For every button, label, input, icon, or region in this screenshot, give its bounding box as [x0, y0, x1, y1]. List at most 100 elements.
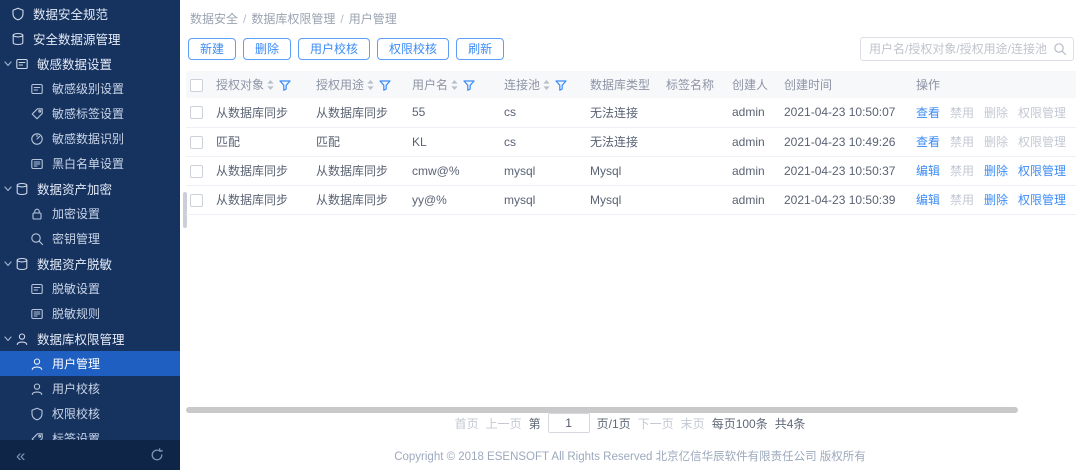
sidebar-item-label: 脱敏规则 — [52, 305, 100, 322]
permission-manage-link: 权限管理 — [1018, 106, 1066, 120]
sidebar-collapse-button[interactable]: « — [16, 447, 25, 464]
cell-db-type: Mysql — [586, 156, 662, 185]
column-header-tag-name: 标签名称 — [666, 78, 714, 92]
cell-created-at: 2021-04-23 10:49:26 — [780, 127, 912, 156]
column-header-creator: 创建人 — [732, 78, 768, 92]
sidebar-menu: 数据安全规范 安全数据源管理 敏感数据设置 敏感级别设置 敏感标签设置 — [0, 0, 180, 440]
view-link[interactable]: 查看 — [916, 106, 940, 120]
database-icon — [11, 32, 25, 46]
sidebar-item-label: 敏感数据识别 — [52, 130, 124, 147]
sidebar-item-data-asset-masking[interactable]: 数据资产脱敏 — [0, 251, 180, 276]
mask-card-icon — [30, 282, 44, 296]
column-header-created-at: 创建时间 — [784, 78, 832, 92]
column-header-db-type: 数据库类型 — [590, 78, 650, 92]
sidebar-item-permission-check[interactable]: 权限校核 — [0, 401, 180, 426]
sidebar-item-sensitive-data-recognition[interactable]: 敏感数据识别 — [0, 126, 180, 151]
filter-icon[interactable] — [279, 80, 291, 91]
row-checkbox[interactable] — [190, 136, 203, 149]
view-link[interactable]: 查看 — [916, 135, 940, 149]
sidebar-item-db-permission-mgmt[interactable]: 数据库权限管理 — [0, 326, 180, 351]
page-input[interactable] — [548, 413, 590, 433]
create-button[interactable]: 新建 — [188, 38, 236, 60]
settings-card-icon — [15, 57, 29, 71]
row-checkbox[interactable] — [190, 165, 203, 178]
sidebar-item-user-check[interactable]: 用户校核 — [0, 376, 180, 401]
sidebar-item-data-asset-encryption[interactable]: 数据资产加密 — [0, 176, 180, 201]
edit-link[interactable]: 编辑 — [916, 193, 940, 207]
sidebar-item-label: 权限校核 — [52, 405, 100, 422]
shield-icon — [11, 7, 25, 21]
cell-tag-name — [662, 127, 728, 156]
cell-username: cmw@% — [408, 156, 500, 185]
sidebar-item-tag-settings[interactable]: 标签设置 — [0, 426, 180, 440]
sidebar-item-secure-datasource-mgmt[interactable]: 安全数据源管理 — [0, 26, 180, 51]
disable-link: 禁用 — [950, 135, 974, 149]
magnifier-icon — [30, 232, 44, 246]
cell-auth-target: 从数据库同步 — [212, 185, 312, 214]
row-checkbox[interactable] — [190, 106, 203, 119]
sidebar-item-sensitive-tag-settings[interactable]: 敏感标签设置 — [0, 101, 180, 126]
refresh-icon[interactable] — [150, 448, 164, 462]
database-lock-icon — [15, 182, 29, 196]
column-header-username[interactable]: 用户名 — [412, 78, 448, 92]
select-all-checkbox[interactable] — [190, 79, 203, 92]
refresh-button[interactable]: 刷新 — [456, 38, 504, 60]
filter-icon[interactable] — [463, 80, 475, 91]
permission-manage-link[interactable]: 权限管理 — [1018, 164, 1066, 178]
sort-icon[interactable] — [267, 80, 274, 90]
search-icon[interactable] — [1053, 42, 1067, 56]
sidebar-item-masking-rules[interactable]: 脱敏规则 — [0, 301, 180, 326]
breadcrumb-item[interactable]: 数据安全 — [190, 12, 238, 26]
user-icon — [30, 382, 44, 396]
cell-creator: admin — [728, 98, 780, 127]
sidebar-item-data-security-standard[interactable]: 数据安全规范 — [0, 1, 180, 26]
cell-tag-name — [662, 156, 728, 185]
user-check-button[interactable]: 用户校核 — [298, 38, 370, 60]
sidebar-item-user-management[interactable]: 用户管理 — [0, 351, 180, 376]
permission-manage-link[interactable]: 权限管理 — [1018, 193, 1066, 207]
sidebar-item-blackwhite-list-settings[interactable]: 黑白名单设置 — [0, 151, 180, 176]
cell-auth-target: 匹配 — [212, 127, 312, 156]
delete-link[interactable]: 删除 — [984, 164, 1008, 178]
chevron-down-icon — [4, 261, 12, 267]
sort-icon[interactable] — [543, 80, 550, 90]
pagination-total-count: 共4条 — [775, 415, 806, 432]
sort-icon[interactable] — [367, 80, 374, 90]
sidebar-item-key-management[interactable]: 密钥管理 — [0, 226, 180, 251]
sidebar-item-label: 安全数据源管理 — [33, 29, 121, 48]
table-header-row: 授权对象 授权用途 用户名 连接池 数据库类型 标签名称 创建人 创建时间 操作 — [186, 71, 1076, 98]
breadcrumb-item-current: 用户管理 — [349, 12, 397, 26]
cell-created-at: 2021-04-23 10:50:37 — [780, 156, 912, 185]
delete-button[interactable]: 删除 — [243, 38, 291, 60]
column-header-pool[interactable]: 连接池 — [504, 78, 540, 92]
delete-link[interactable]: 删除 — [984, 193, 1008, 207]
cell-auth-usage: 从数据库同步 — [312, 98, 408, 127]
delete-link: 删除 — [984, 106, 1008, 120]
breadcrumb: 数据安全/数据库权限管理/用户管理 — [190, 10, 1076, 27]
table-row: 从数据库同步 从数据库同步 55 cs 无法连接 admin 2021-04-2… — [186, 98, 1076, 127]
column-header-auth-target[interactable]: 授权对象 — [216, 78, 264, 92]
sidebar-item-sensitive-level-settings[interactable]: 敏感级别设置 — [0, 76, 180, 101]
filter-icon[interactable] — [379, 80, 391, 91]
sidebar-item-label: 加密设置 — [52, 205, 100, 222]
filter-icon[interactable] — [555, 80, 567, 91]
edit-link[interactable]: 编辑 — [916, 164, 940, 178]
sidebar-item-masking-settings[interactable]: 脱敏设置 — [0, 276, 180, 301]
tag-icon — [30, 107, 44, 121]
sort-icon[interactable] — [451, 80, 458, 90]
cell-pool: mysql — [500, 156, 586, 185]
cell-username: yy@% — [408, 185, 500, 214]
chevron-down-icon — [4, 186, 12, 192]
sidebar-item-label: 数据安全规范 — [33, 4, 108, 23]
breadcrumb-item[interactable]: 数据库权限管理 — [251, 12, 335, 26]
sidebar-item-sensitive-data-settings[interactable]: 敏感数据设置 — [0, 51, 180, 76]
permission-check-button[interactable]: 权限校核 — [377, 38, 449, 60]
cell-created-at: 2021-04-23 10:50:39 — [780, 185, 912, 214]
row-checkbox[interactable] — [190, 194, 203, 207]
disable-link: 禁用 — [950, 106, 974, 120]
column-header-auth-usage[interactable]: 授权用途 — [316, 78, 364, 92]
table-row: 匹配 匹配 KL cs 无法连接 admin 2021-04-23 10:49:… — [186, 127, 1076, 156]
sidebar-item-encryption-settings[interactable]: 加密设置 — [0, 201, 180, 226]
search-input[interactable] — [860, 37, 1074, 61]
sidebar: 数据安全规范 安全数据源管理 敏感数据设置 敏感级别设置 敏感标签设置 — [0, 0, 180, 470]
